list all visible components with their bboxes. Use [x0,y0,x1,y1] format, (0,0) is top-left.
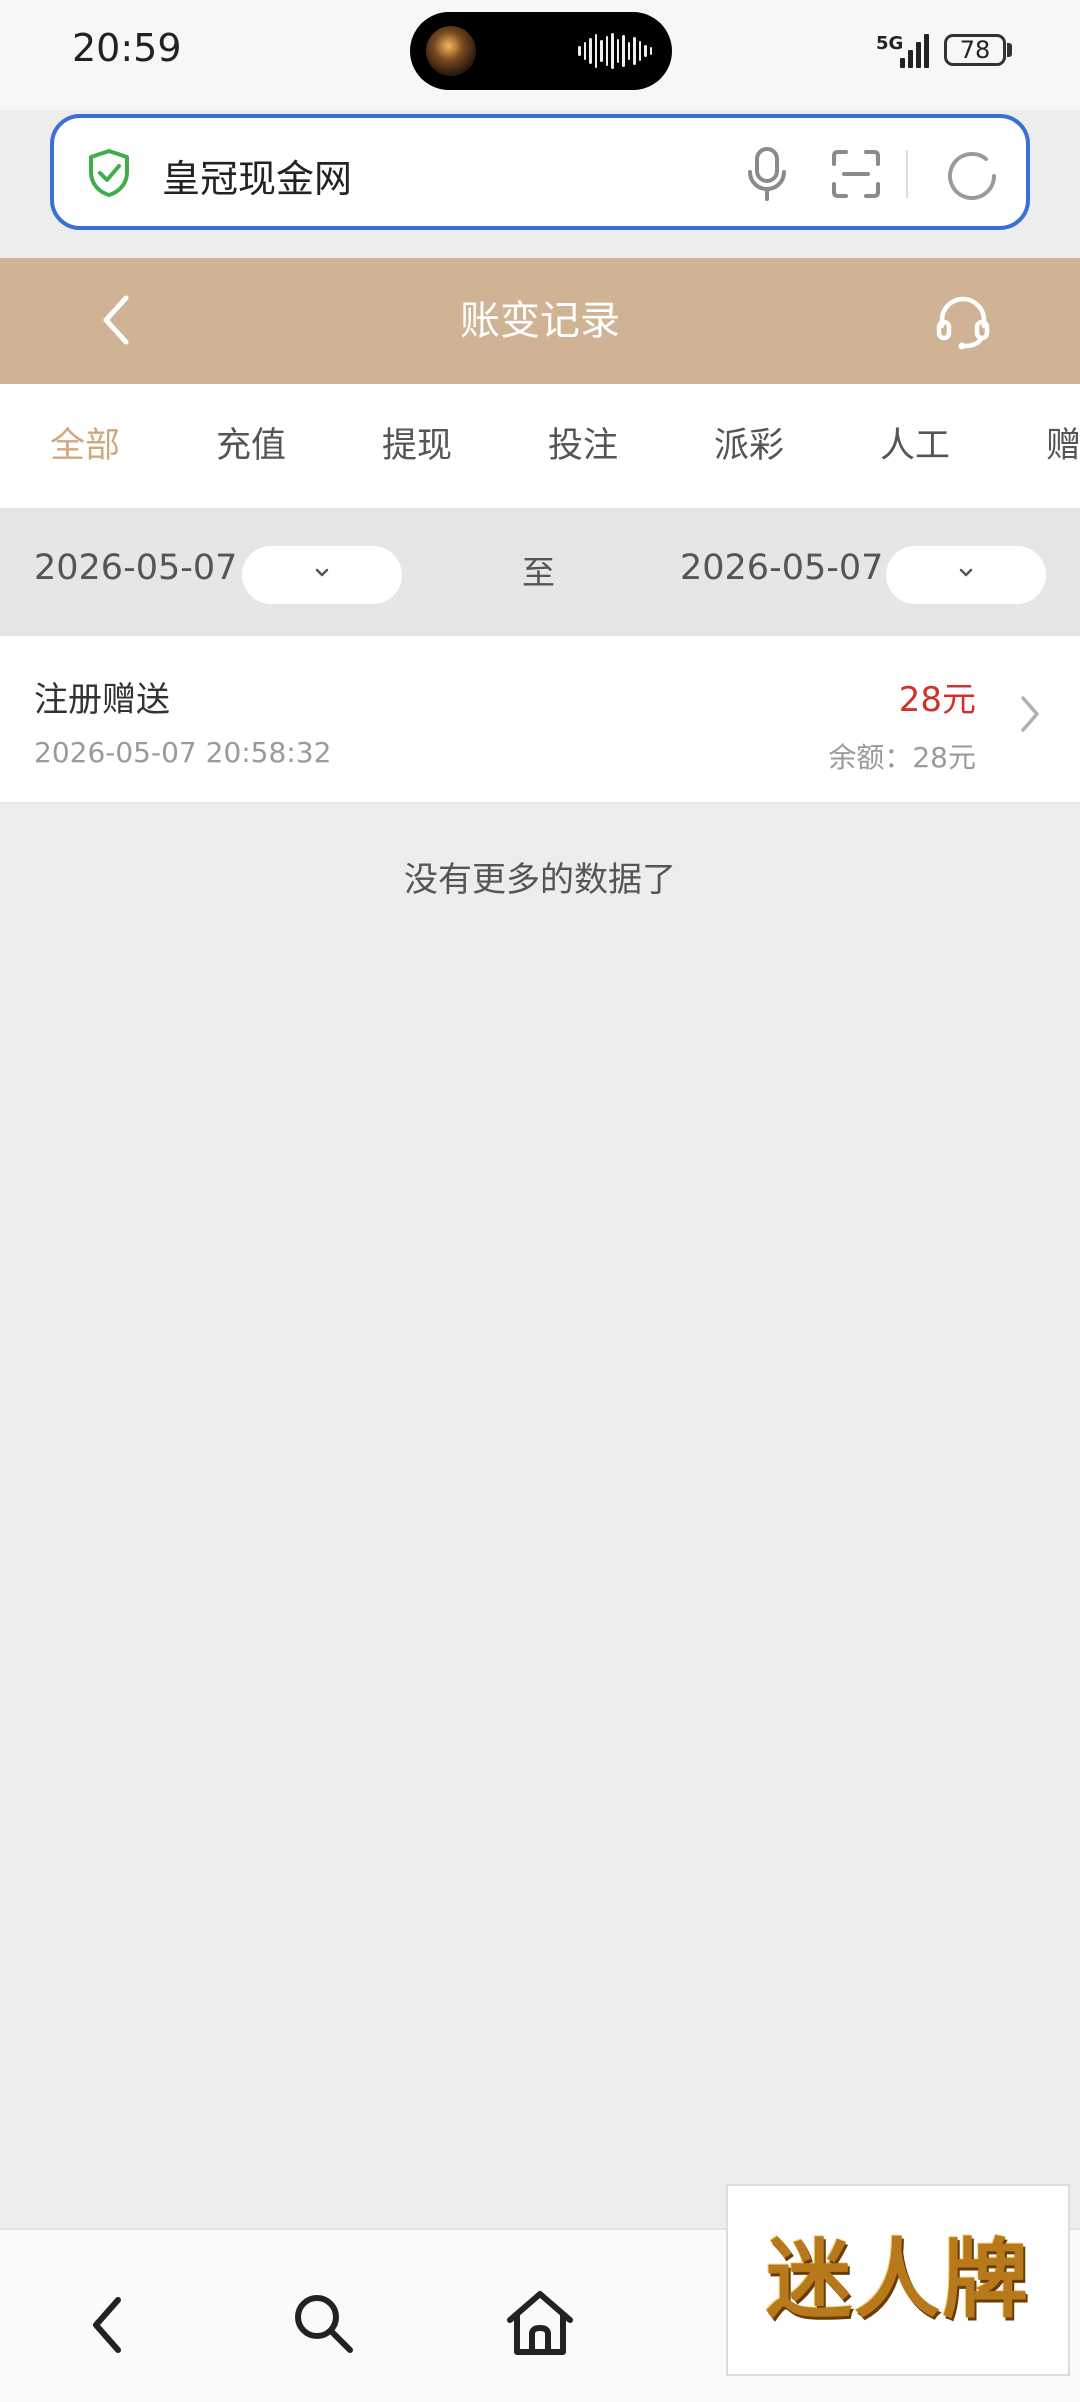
back-icon[interactable] [88,2294,128,2356]
home-icon[interactable] [504,2288,576,2358]
tab-bonus[interactable]: 赠 [1046,384,1080,508]
scan-icon[interactable] [830,148,882,200]
shield-check-icon [89,149,129,197]
start-date-value[interactable]: 2026-05-07 [34,548,237,588]
floating-brand-badge[interactable]: 迷人牌 [726,2184,1070,2376]
transaction-time: 2026-05-07 20:58:32 [34,736,332,769]
refresh-icon[interactable] [942,146,1002,206]
address-text[interactable]: 皇冠现金网 [162,148,352,203]
search-icon[interactable] [290,2290,356,2356]
status-bar: 20:59 5G 78 [0,0,1080,110]
date-range-separator: 至 [522,553,555,592]
tab-bet[interactable]: 投注 [548,384,618,508]
page-title: 账变记录 [460,298,620,344]
transaction-balance: 余额：28元 [828,741,976,774]
signal-icon [900,32,932,68]
transaction-row[interactable]: 注册赠送 2026-05-07 20:58:32 28元 余额：28元 [0,636,1080,804]
tab-withdraw[interactable]: 提现 [382,384,452,508]
battery-icon: 78 [944,34,1006,66]
transaction-type: 注册赠送 [34,680,170,720]
battery-tip [1007,43,1012,57]
media-thumbnail-icon [426,26,476,76]
microphone-icon[interactable] [744,146,790,202]
status-time: 20:59 [72,26,182,70]
brand-badge-text: 迷人牌 [766,2230,1030,2330]
tab-payout[interactable]: 派彩 [714,384,784,508]
end-date-value[interactable]: 2026-05-07 [680,548,883,588]
page-header: 账变记录 [0,258,1080,384]
tab-recharge[interactable]: 充值 [216,384,286,508]
tab-manual[interactable]: 人工 [880,384,950,508]
dynamic-island[interactable] [410,12,672,90]
transaction-amount: 28元 [898,680,976,720]
end-date-dropdown[interactable] [886,546,1046,604]
customer-service-icon[interactable] [934,294,992,350]
tab-all[interactable]: 全部 [50,384,120,508]
no-more-data-message: 没有更多的数据了 [404,860,676,900]
address-bar[interactable]: 皇冠现金网 [50,114,1030,230]
audio-wave-icon [578,32,652,70]
chevron-down-icon [315,568,329,577]
category-tabs: 全部 充值 提现 投注 派彩 人工 赠 [0,384,1080,508]
back-arrow-icon[interactable] [96,292,136,348]
date-filter: 2026-05-07 至 2026-05-07 [0,508,1080,636]
address-divider [906,150,908,198]
start-date-dropdown[interactable] [242,546,402,604]
chevron-right-icon [1021,696,1039,732]
chevron-down-icon [959,568,973,577]
